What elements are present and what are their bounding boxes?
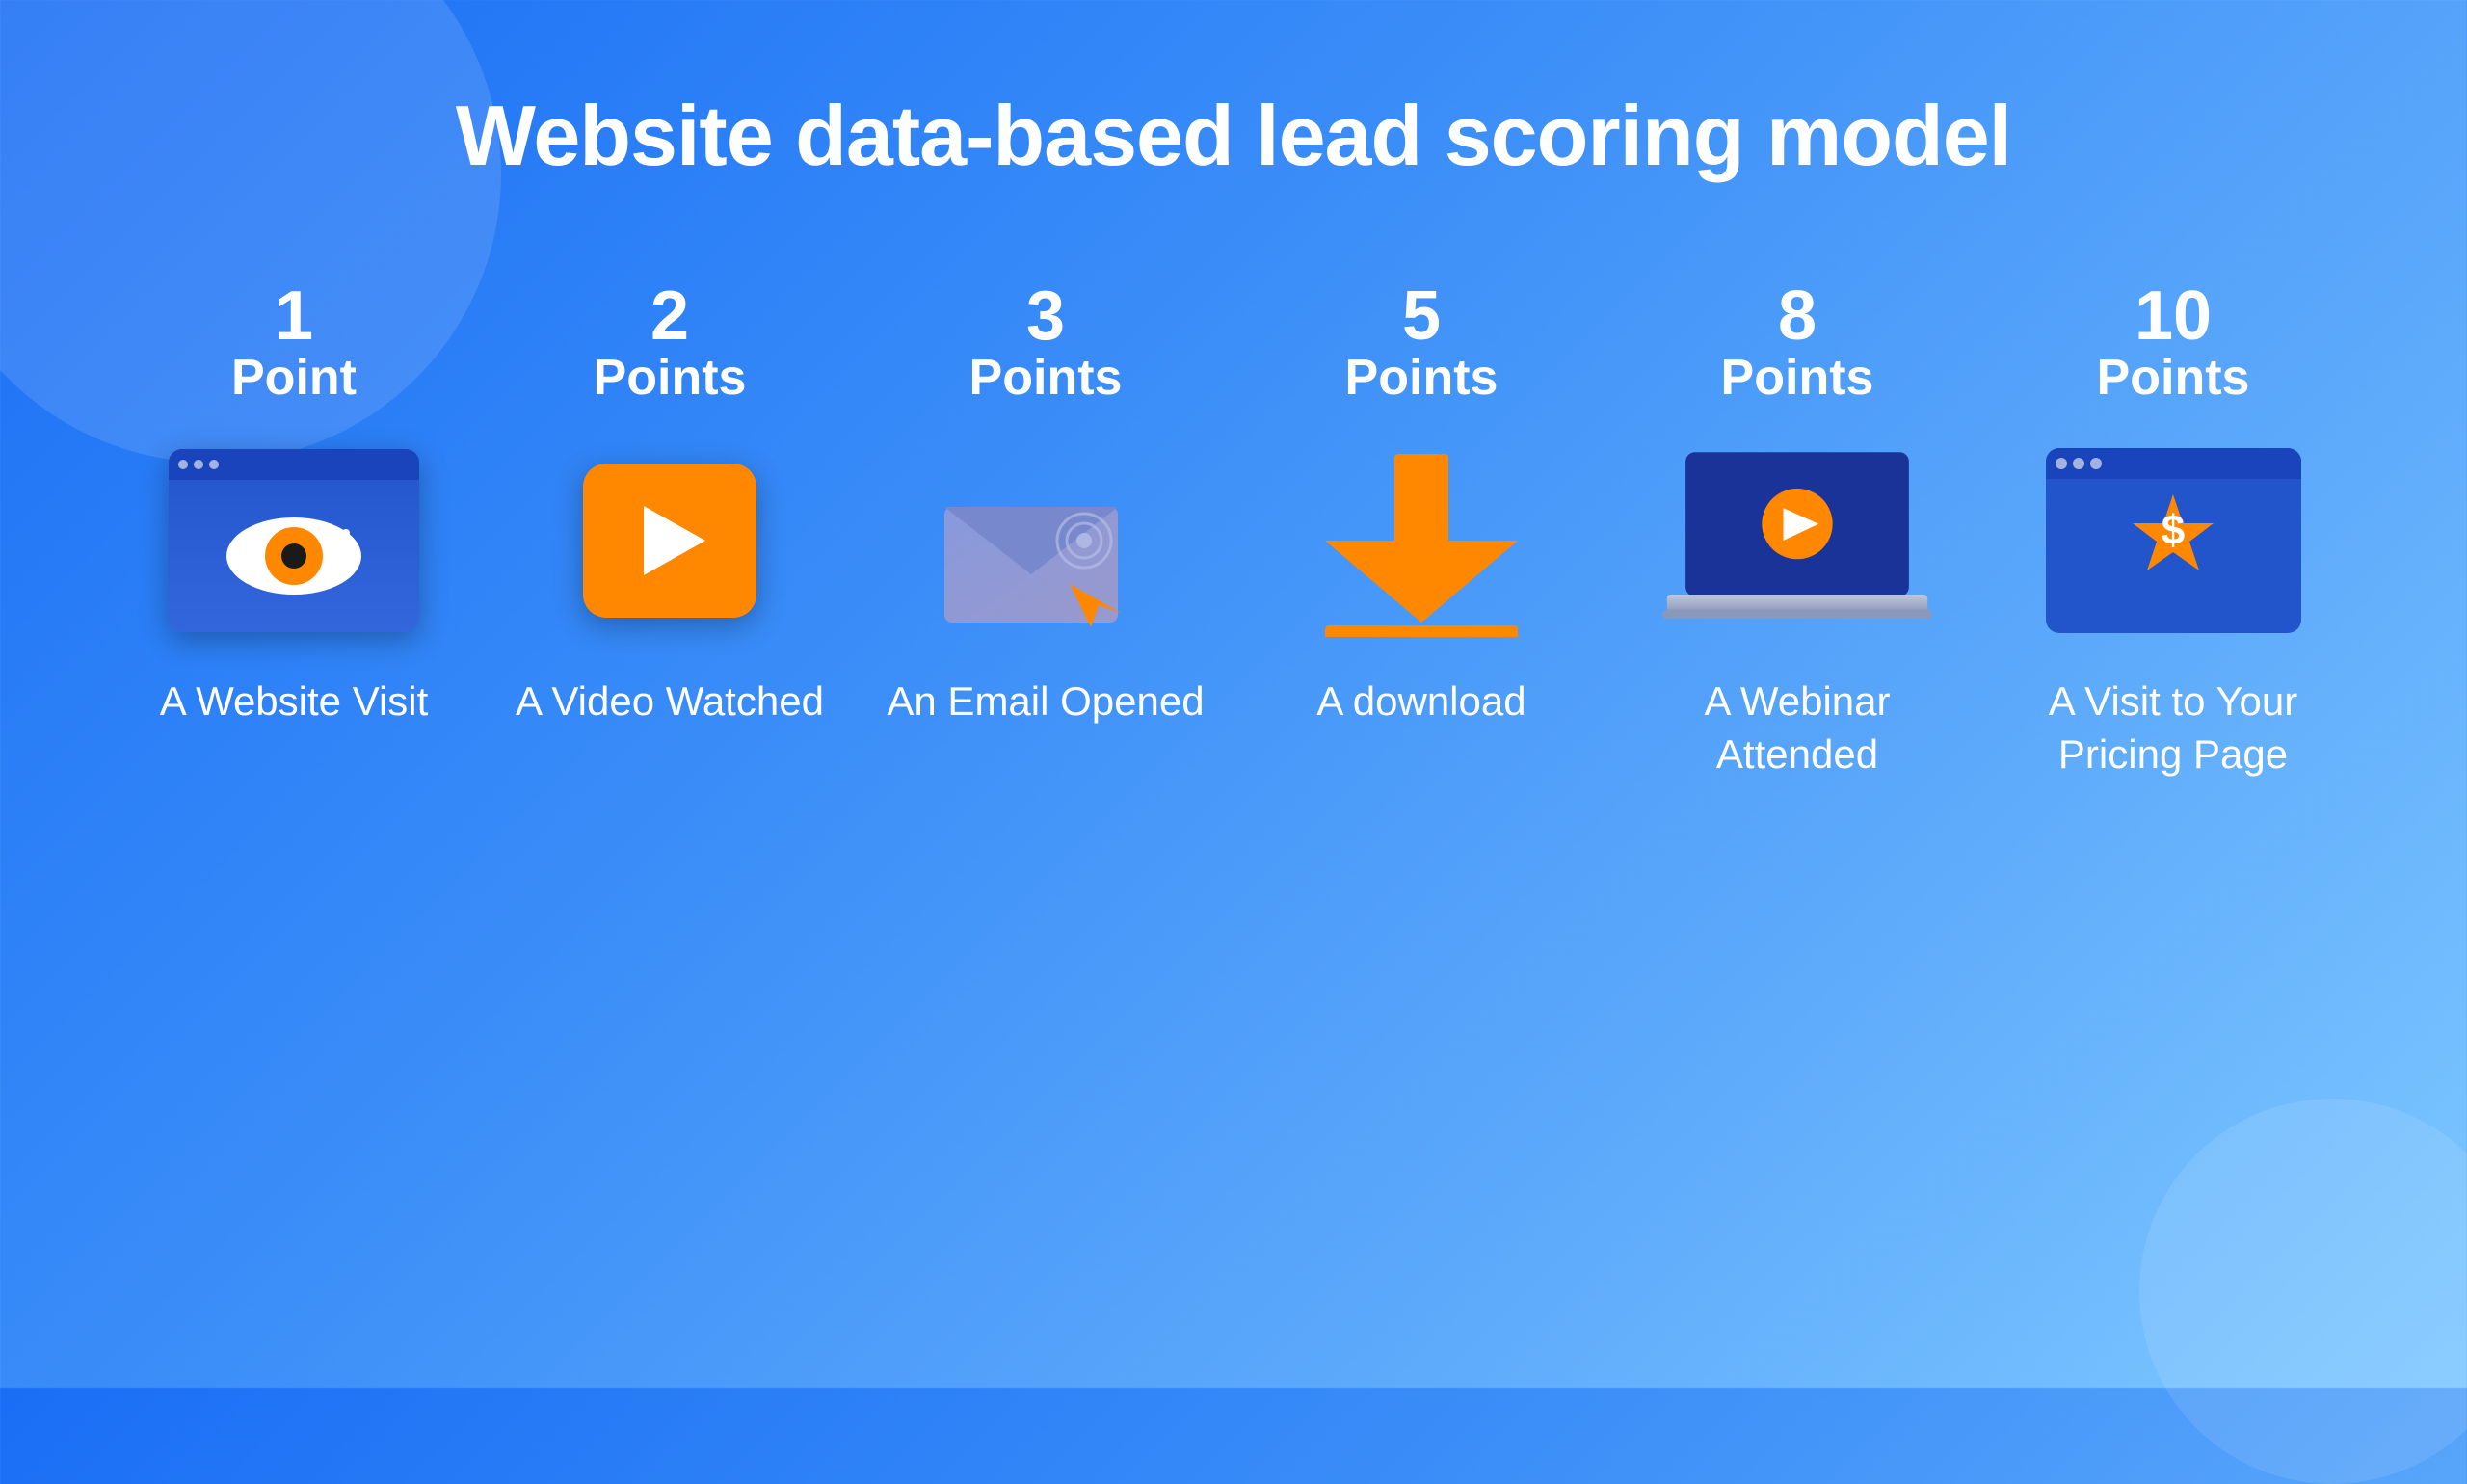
points-label-5: 8 Points [1721, 281, 1874, 406]
icon-download [1287, 444, 1556, 637]
video-play-icon [583, 464, 756, 618]
points-label-3: 3 Points [969, 281, 1123, 406]
main-container: Website data-based lead scoring model 1 … [0, 0, 2467, 1388]
browser-bar [169, 449, 419, 480]
points-label-1: 1 Point [231, 281, 357, 406]
card-video-watched: 2 Points A Video Watched [511, 281, 829, 729]
icon-email-opened [911, 444, 1180, 637]
svg-text:$: $ [2161, 507, 2184, 554]
icon-pricing: $ [2038, 444, 2308, 637]
card-label-6: A Visit to Your Pricing Page [2014, 676, 2332, 781]
download-arrow-svg [1315, 444, 1527, 637]
cards-row: 1 Point [135, 281, 2332, 781]
points-label-6: 10 Points [2097, 281, 2250, 406]
browser-dot-1 [178, 460, 188, 469]
card-website-visit: 1 Point [135, 281, 453, 729]
card-webinar-attended: 8 Points [1638, 281, 1956, 781]
card-label-3: An Email Opened [887, 676, 1204, 729]
browser-body [169, 480, 419, 632]
card-pricing-page: 10 Points $ [2014, 281, 2332, 781]
pricing-browser-svg: $ [2046, 448, 2301, 633]
icon-video-watched [535, 444, 805, 637]
card-label-1: A Website Visit [160, 676, 429, 729]
browser-dot-3 [209, 460, 219, 469]
card-label-2: A Video Watched [516, 676, 824, 729]
icon-website-visit [159, 444, 429, 637]
card-email-opened: 3 Points [887, 281, 1205, 729]
page-title: Website data-based lead scoring model [456, 87, 2011, 185]
card-download: 5 Points A download [1262, 281, 1580, 729]
browser-eye-icon [169, 449, 419, 632]
card-label-5: A Webinar Attended [1638, 676, 1956, 781]
eye-iris [265, 527, 323, 585]
eye-pupil [281, 543, 306, 569]
play-triangle [644, 506, 705, 575]
points-label-2: 2 Points [594, 281, 747, 406]
eye-outer [226, 517, 361, 595]
laptop-svg [1662, 444, 1932, 637]
browser-dot-2 [194, 460, 203, 469]
icon-webinar [1662, 444, 1932, 637]
points-label-4: 5 Points [1345, 281, 1499, 406]
card-label-4: A download [1316, 676, 1525, 729]
eye-highlight [342, 529, 350, 537]
email-envelope-svg [935, 449, 1156, 632]
